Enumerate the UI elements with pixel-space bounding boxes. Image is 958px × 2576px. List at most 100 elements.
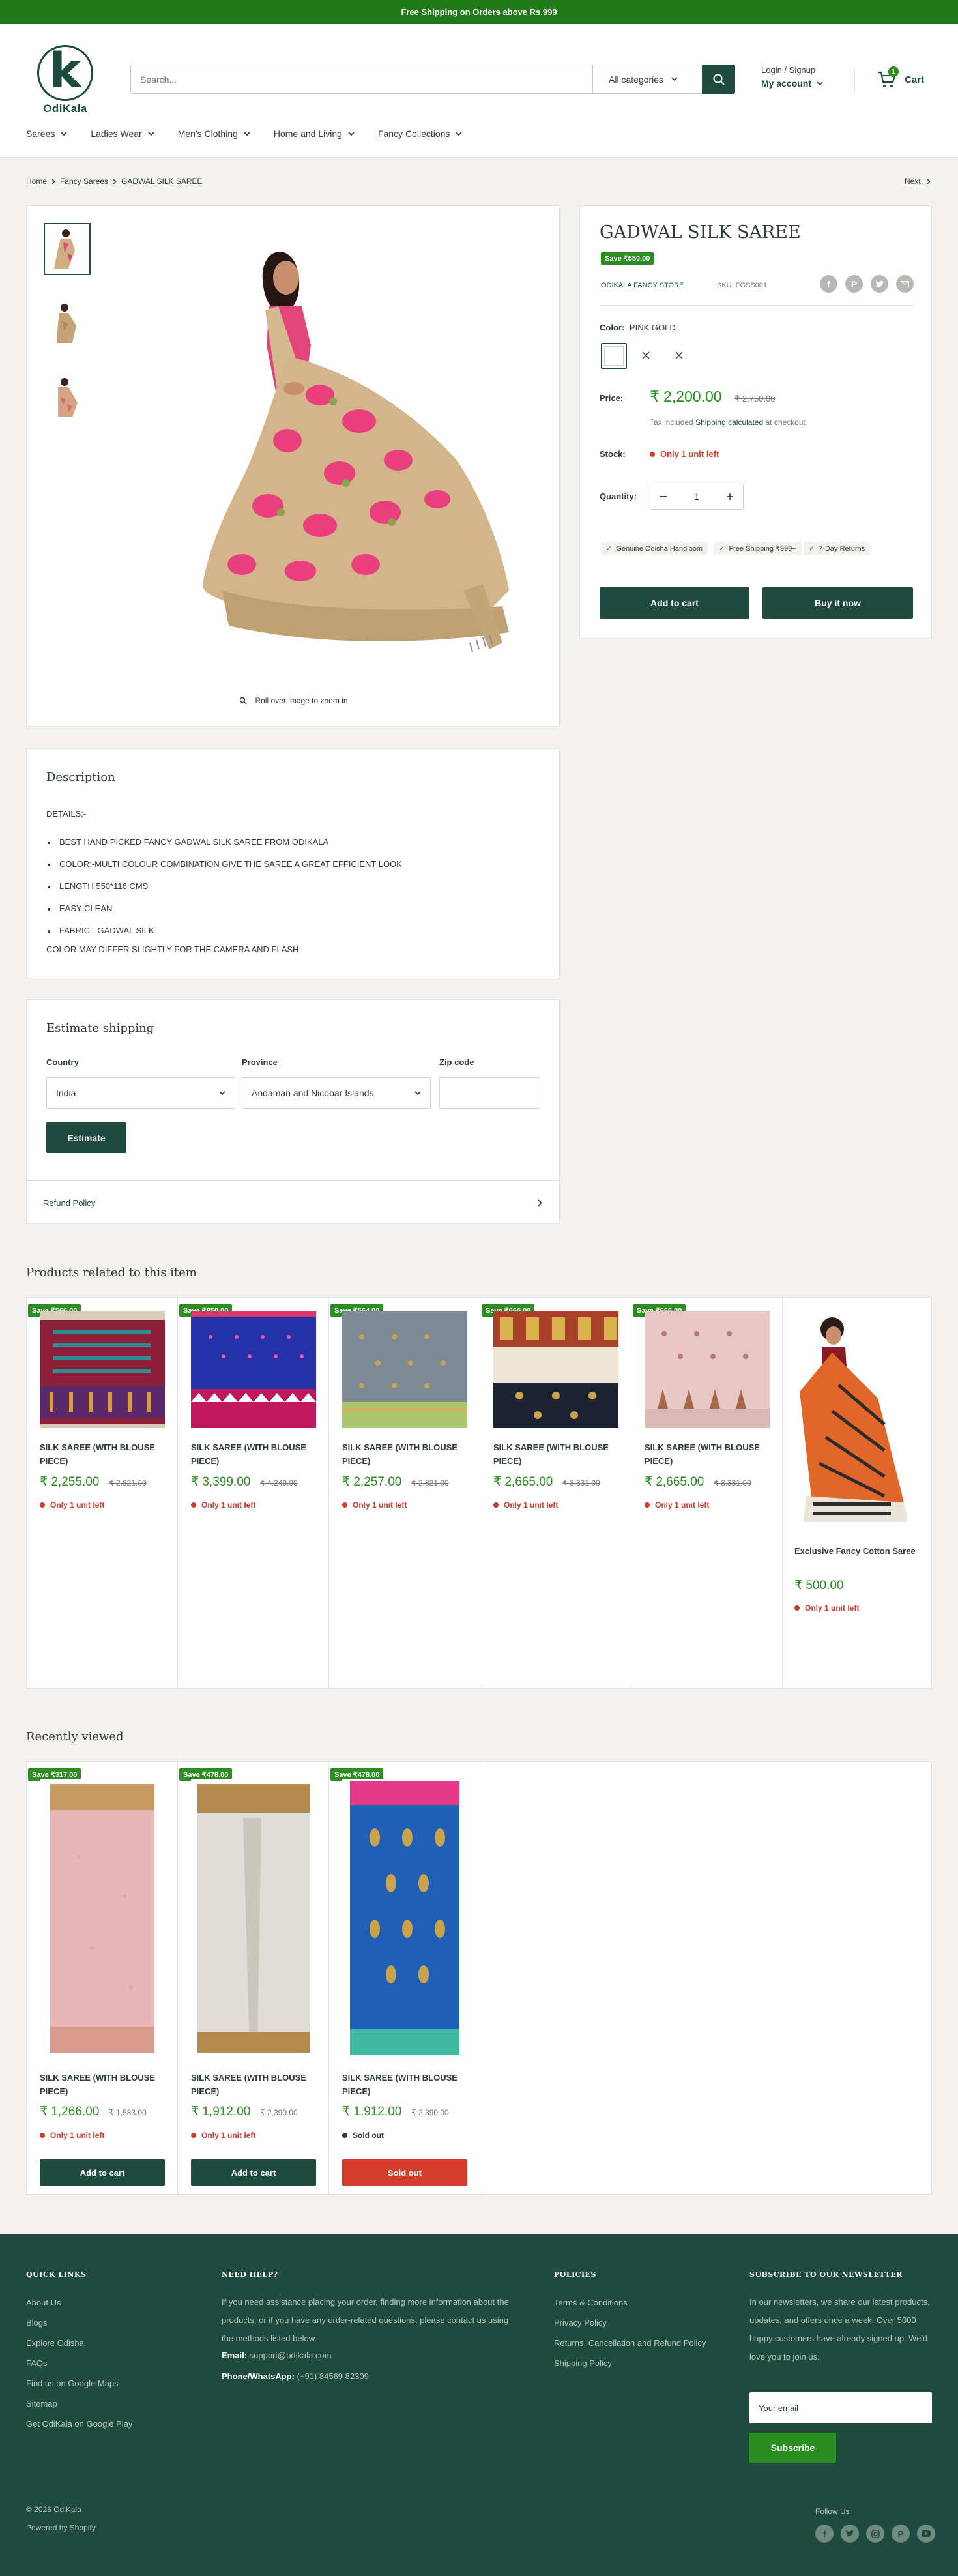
footer-link-google-maps[interactable]: Find us on Google Maps xyxy=(26,2373,132,2393)
thumbnail-3[interactable] xyxy=(44,372,91,424)
product-price: ₹ 2,200.00 xyxy=(650,388,722,405)
footer-powered-by[interactable]: Powered by Shopify xyxy=(26,2523,96,2532)
product-card[interactable]: Save ₹566.00 SILK SAREE (WITH BLOUSE PIE… xyxy=(27,1298,178,1688)
add-to-cart-button[interactable]: Add to cart xyxy=(191,2159,316,2186)
quantity-value[interactable]: 1 xyxy=(676,484,717,509)
product-card[interactable]: Exclusive Fancy Cotton Saree ₹ 500.00 On… xyxy=(783,1298,931,1688)
description-card: Description DETAILS:- BEST HAND PICKED F… xyxy=(26,748,560,978)
product-price: ₹ 2,665.00 xyxy=(493,1475,553,1489)
stock-dot xyxy=(191,1502,196,1508)
footer-email: Email: support@odikala.com xyxy=(222,2350,332,2360)
bullet-dot xyxy=(48,885,50,888)
nav-item-sarees[interactable]: Sarees xyxy=(26,128,67,139)
product-card[interactable]: Save ₹850.00 SILK SAREE (WITH BLOUSE PIE… xyxy=(178,1298,329,1688)
recent-grid: Save ₹317.00 SILK SAREE (WITH BLOUSE PIE… xyxy=(26,1761,932,2195)
chevron-down-icon xyxy=(244,131,250,136)
search-button[interactable] xyxy=(702,65,735,94)
product-title: GADWAL SILK SAREE xyxy=(600,222,801,242)
footer-link-shipping[interactable]: Shipping Policy xyxy=(554,2353,710,2373)
close-icon[interactable] xyxy=(675,351,684,360)
nav-item-ladies-wear[interactable]: Ladies Wear xyxy=(91,128,154,139)
product-card[interactable]: Save ₹478.00 SILK SAREE (WITH BLOUSE PIE… xyxy=(178,1762,329,2194)
footer-phone-value[interactable]: (+91) 84569 82309 xyxy=(297,2371,369,2381)
footer-email-value[interactable]: support@odikala.com xyxy=(250,2350,332,2360)
save-badge: Save ₹550.00 xyxy=(601,252,654,265)
twitter-icon[interactable] xyxy=(871,275,888,293)
close-icon[interactable] xyxy=(641,351,650,360)
plus-icon[interactable] xyxy=(717,484,743,509)
twitter-icon[interactable] xyxy=(841,2525,859,2543)
feature-tag: ✓ 7-Day Returns xyxy=(803,542,871,555)
sold-out-button[interactable]: Sold out xyxy=(342,2159,467,2186)
footer-link-about-us[interactable]: About Us xyxy=(26,2292,132,2313)
product-card[interactable]: Save ₹666.00 SILK SAREE (WITH BLOUSE PIE… xyxy=(631,1298,783,1688)
stock-dot xyxy=(794,1605,800,1611)
cart-count-badge: 1 xyxy=(888,66,899,77)
footer-link-privacy[interactable]: Privacy Policy xyxy=(554,2313,710,2333)
youtube-icon[interactable] xyxy=(917,2525,935,2543)
country-select[interactable]: India xyxy=(46,1077,235,1109)
bullet-text: EASY CLEAN xyxy=(59,903,113,913)
account-link[interactable]: Login / Signup My account xyxy=(761,65,846,94)
estimate-button[interactable]: Estimate xyxy=(46,1122,126,1153)
description-bullets: BEST HAND PICKED FANCY GADWAL SILK SAREE… xyxy=(46,831,402,942)
chevron-down-icon xyxy=(61,131,67,136)
footer-link-blogs[interactable]: Blogs xyxy=(26,2313,132,2333)
refund-policy-link[interactable]: Refund Policy xyxy=(27,1181,559,1224)
zip-input[interactable] xyxy=(439,1077,540,1109)
newsletter-email-input[interactable]: Your email xyxy=(749,2392,932,2423)
stock-text: Only 1 unit left xyxy=(805,1603,860,1613)
shipping-policy-link[interactable]: Shipping calculated xyxy=(695,418,763,427)
buy-now-button[interactable]: Buy it now xyxy=(762,587,913,619)
add-to-cart-button[interactable]: Add to cart xyxy=(40,2159,165,2186)
nav-item-mens-clothing[interactable]: Men's Clothing xyxy=(178,128,250,139)
vendor-link[interactable]: ODIKALA FANCY STORE xyxy=(601,282,684,289)
thumbnail-2[interactable] xyxy=(44,297,91,349)
breadcrumb-collection[interactable]: Fancy Sarees xyxy=(60,177,108,186)
footer-link-returns[interactable]: Returns, Cancellation and Refund Policy xyxy=(554,2336,710,2350)
subscribe-button[interactable]: Subscribe xyxy=(749,2433,836,2463)
compare-price: ₹ 2,390.00 xyxy=(411,2108,449,2117)
shipping-title: Estimate shipping xyxy=(46,1021,154,1035)
category-select[interactable]: All categories xyxy=(592,65,702,93)
facebook-icon[interactable]: f xyxy=(820,275,837,293)
product-card[interactable]: Save ₹478.00 SILK SAREE (WITH BLOUSE PIE… xyxy=(329,1762,480,2194)
next-product-link[interactable]: Next xyxy=(905,176,931,186)
footer-link-google-play[interactable]: Get OdiKala on Google Play xyxy=(26,2414,132,2434)
footer-link-terms[interactable]: Terms & Conditions xyxy=(554,2292,710,2313)
recent-title: Recently viewed xyxy=(26,1730,124,1744)
bullet-dot xyxy=(48,863,50,866)
breadcrumb-current: GADWAL SILK SAREE xyxy=(121,177,203,186)
add-to-cart-button[interactable]: Add to cart xyxy=(600,587,749,619)
instagram-icon[interactable] xyxy=(866,2525,884,2543)
compare-price: ₹ 1,583.00 xyxy=(109,2108,147,2117)
color-swatch-selected[interactable] xyxy=(601,343,627,369)
nav-item-home-living[interactable]: Home and Living xyxy=(274,128,355,139)
province-select[interactable]: Andaman and Nicobar Islands xyxy=(242,1077,431,1109)
email-share-icon[interactable] xyxy=(896,275,914,293)
stock-value: Only 1 unit left xyxy=(660,449,719,459)
facebook-icon[interactable]: f xyxy=(815,2525,834,2543)
saree-thumbnail-image xyxy=(48,301,87,345)
minus-icon[interactable] xyxy=(650,484,676,509)
product-card[interactable]: Save ₹564.00 SILK SAREE (WITH BLOUSE PIE… xyxy=(329,1298,480,1688)
stock-dot xyxy=(40,2133,45,2138)
refund-policy-label: Refund Policy xyxy=(43,1197,96,1208)
breadcrumb-home[interactable]: Home xyxy=(26,177,47,186)
nav-item-fancy-collections[interactable]: Fancy Collections xyxy=(378,128,463,139)
pinterest-icon[interactable]: P xyxy=(892,2525,910,2543)
cart-label: Cart xyxy=(905,74,925,85)
main-product-image[interactable] xyxy=(124,226,535,675)
logo[interactable]: k OdiKala xyxy=(34,45,96,115)
footer-link-explore-odisha[interactable]: Explore Odisha xyxy=(26,2333,132,2353)
footer-link-sitemap[interactable]: Sitemap xyxy=(26,2393,132,2414)
product-card[interactable]: Save ₹666.00 SILK SAREE (WITH BLOUSE PIE… xyxy=(480,1298,631,1688)
footer-link-faqs[interactable]: FAQs xyxy=(26,2353,132,2373)
related-title: Products related to this item xyxy=(26,1266,197,1280)
cart-link[interactable]: 1 Cart xyxy=(877,66,936,91)
product-card[interactable]: Save ₹317.00 SILK SAREE (WITH BLOUSE PIE… xyxy=(27,1762,178,2194)
search-input[interactable] xyxy=(131,65,592,93)
header-divider xyxy=(854,68,855,92)
pinterest-icon[interactable]: P xyxy=(845,275,863,293)
thumbnail-1[interactable] xyxy=(44,223,91,275)
